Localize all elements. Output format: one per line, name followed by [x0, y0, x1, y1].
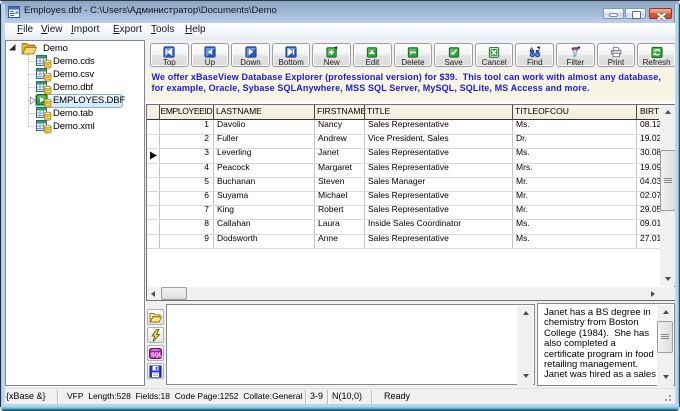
- svg-text:SQL: SQL: [151, 353, 162, 359]
